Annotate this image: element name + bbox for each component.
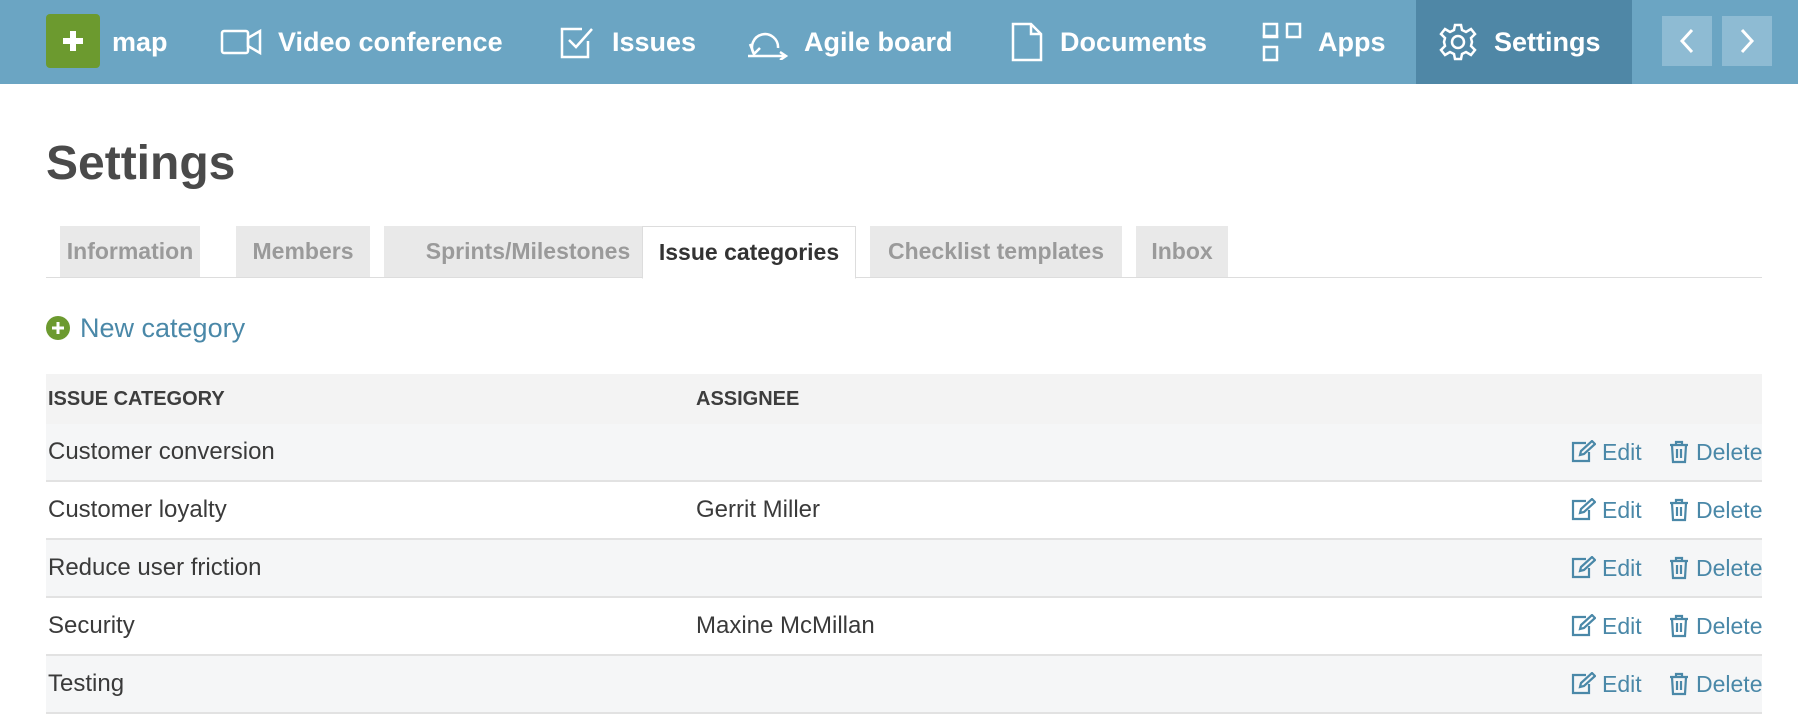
checkbox-icon (558, 23, 596, 61)
tab-issue-categories[interactable]: Issue categories (642, 226, 856, 279)
nav-item-video-conference[interactable]: Video conference (220, 0, 503, 84)
project-name[interactable]: map (112, 0, 168, 84)
nav-item-agile-board[interactable]: Agile board (746, 0, 953, 84)
chevron-right-icon (1740, 28, 1755, 54)
edit-icon (1571, 498, 1596, 521)
video-camera-icon (220, 27, 262, 57)
page-title: Settings (46, 137, 236, 190)
column-header-assignee: ASSIGNEE (696, 387, 800, 410)
scroll-left-button[interactable] (1662, 16, 1712, 66)
delete-label: Delete (1696, 612, 1763, 639)
delete-button[interactable]: Delete (1668, 598, 1762, 654)
add-button[interactable] (46, 14, 100, 68)
edit-button[interactable]: Edit (1570, 424, 1642, 480)
trash-icon (1670, 672, 1688, 696)
nav-item-label: Settings (1494, 26, 1601, 57)
trash-icon (1670, 440, 1688, 464)
edit-label: Edit (1602, 612, 1642, 639)
delete-label: Delete (1696, 670, 1763, 697)
table-row: Testing Edit Delete (46, 656, 1762, 714)
delete-label: Delete (1696, 438, 1763, 465)
nav-item-label: Agile board (804, 26, 953, 57)
edit-icon (1571, 672, 1596, 695)
assignee-cell: Maxine McMillan (696, 612, 875, 639)
tab-members[interactable]: Members (236, 226, 370, 277)
apps-grid-icon (1262, 22, 1302, 62)
edit-button[interactable]: Edit (1570, 656, 1642, 712)
category-cell: Security (48, 612, 135, 639)
settings-tabs: Information Members Sprints/Milestones I… (46, 226, 1762, 279)
nav-item-label: Documents (1060, 26, 1208, 57)
trash-icon (1670, 498, 1688, 522)
table-row: Customer conversion Edit Delete (46, 424, 1762, 482)
tab-information[interactable]: Information (60, 226, 200, 277)
nav-item-settings[interactable]: Settings (1416, 0, 1632, 84)
trash-icon (1670, 556, 1688, 580)
edit-icon (1571, 440, 1596, 463)
delete-button[interactable]: Delete (1668, 540, 1762, 596)
edit-button[interactable]: Edit (1570, 540, 1642, 596)
category-cell: Customer conversion (48, 438, 275, 465)
edit-button[interactable]: Edit (1570, 598, 1642, 654)
trash-icon (1670, 614, 1688, 638)
chevron-left-icon (1679, 28, 1694, 54)
delete-label: Delete (1696, 554, 1763, 581)
nav-item-issues[interactable]: Issues (558, 0, 696, 84)
category-cell: Customer loyalty (48, 496, 227, 523)
new-category-label: New category (80, 312, 246, 343)
document-icon (1010, 21, 1044, 63)
nav-item-label: Video conference (278, 26, 503, 57)
table-header: ISSUE CATEGORY ASSIGNEE (46, 374, 1762, 424)
edit-button[interactable]: Edit (1570, 482, 1642, 538)
nav-item-label: Issues (612, 26, 697, 57)
tab-checklist-templates[interactable]: Checklist templates (870, 226, 1122, 277)
delete-label: Delete (1696, 496, 1763, 523)
table-row: Security Maxine McMillan Edit Delete (46, 598, 1762, 656)
top-navigation-bar: map Video conference Issues Agile board … (0, 0, 1798, 84)
nav-item-documents[interactable]: Documents (1010, 0, 1207, 84)
plus-circle-icon (46, 316, 70, 340)
tab-sprints-milestones[interactable]: Sprints/Milestones (384, 226, 672, 277)
category-cell: Reduce user friction (48, 554, 262, 581)
category-cell: Testing (48, 670, 125, 697)
delete-button[interactable]: Delete (1668, 424, 1762, 480)
edit-label: Edit (1602, 554, 1642, 581)
edit-label: Edit (1602, 496, 1642, 523)
nav-item-label: Apps (1318, 26, 1386, 57)
edit-label: Edit (1602, 670, 1642, 697)
edit-icon (1571, 556, 1596, 579)
nav-item-apps[interactable]: Apps (1262, 0, 1386, 84)
column-header-issue-category: ISSUE CATEGORY (48, 387, 225, 410)
new-category-button[interactable]: New category (46, 308, 245, 348)
issue-categories-table: ISSUE CATEGORY ASSIGNEE Customer convers… (46, 374, 1762, 714)
delete-button[interactable]: Delete (1668, 656, 1762, 712)
edit-icon (1571, 614, 1596, 637)
gear-icon (1438, 22, 1478, 62)
assignee-cell: Gerrit Miller (696, 496, 820, 523)
plus-icon (63, 31, 83, 51)
table-row: Reduce user friction Edit Delete (46, 540, 1762, 598)
agile-cycle-icon (746, 24, 788, 60)
edit-label: Edit (1602, 438, 1642, 465)
scroll-right-button[interactable] (1722, 16, 1772, 66)
table-row: Customer loyalty Gerrit Miller Edit Delete (46, 482, 1762, 540)
project-name-label: map (112, 26, 168, 57)
tab-inbox[interactable]: Inbox (1136, 226, 1228, 277)
delete-button[interactable]: Delete (1668, 482, 1762, 538)
